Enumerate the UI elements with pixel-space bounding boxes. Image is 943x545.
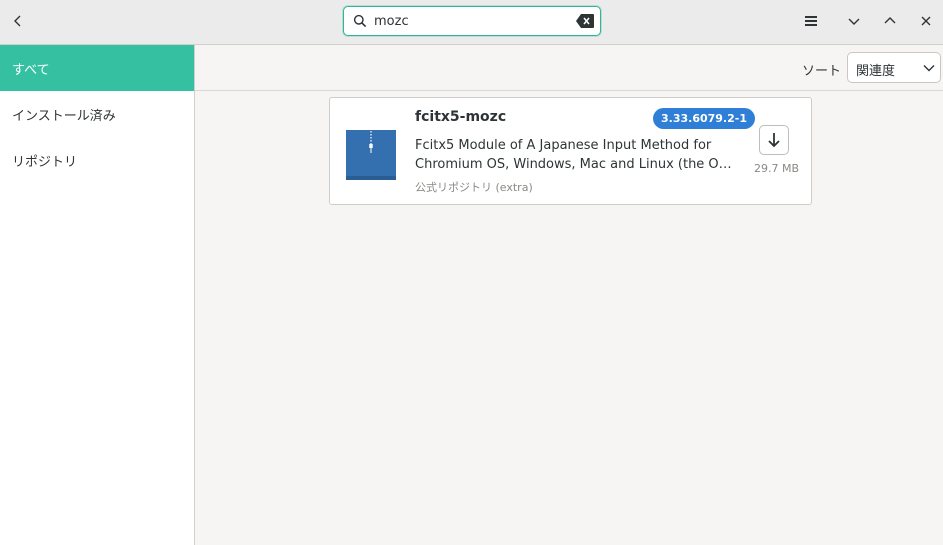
package-size: 29.7 MB [754, 162, 800, 175]
sidebar-item-label: インストール済み [12, 108, 116, 124]
sidebar-item-repositories[interactable]: リポジトリ [0, 137, 194, 183]
chevron-down-icon [923, 65, 935, 72]
search-input[interactable] [374, 10, 570, 32]
package-name: fcitx5-mozc [415, 109, 507, 125]
description-line: Fcitx5 Module of A Japanese Input Method… [415, 138, 712, 153]
sidebar-item-label: すべて [12, 62, 50, 78]
download-icon [768, 133, 780, 148]
minimize-button[interactable] [839, 7, 869, 35]
search-icon [353, 14, 367, 28]
search-box[interactable] [343, 6, 601, 36]
sidebar-item-all[interactable]: すべて [0, 45, 194, 91]
clear-icon[interactable] [576, 14, 594, 28]
package-description: Fcitx5 Module of A Japanese Input Method… [415, 136, 737, 174]
chevron-up-icon [884, 17, 896, 24]
package-repository: 公式リポジトリ (extra) [415, 181, 533, 194]
menu-button[interactable] [796, 7, 826, 35]
menu-icon [805, 16, 817, 26]
close-button[interactable] [911, 7, 941, 35]
sort-label: ソート [802, 64, 842, 79]
version-badge: 3.33.6079.2-1 [653, 108, 755, 129]
back-button[interactable] [3, 7, 33, 35]
close-icon [921, 16, 931, 26]
sidebar-item-label: リポジトリ [12, 154, 78, 170]
sort-toolbar: ソート 関連度 [195, 45, 943, 91]
install-button[interactable] [759, 125, 789, 155]
sidebar: すべて インストール済み リポジトリ [0, 45, 195, 545]
description-line: Chromium OS, Windows, Mac and Linux (the… [415, 157, 737, 172]
package-card[interactable]: fcitx5-mozc 3.33.6079.2-1 Fcitx5 Module … [329, 97, 812, 205]
sort-value: 関連度 [856, 64, 896, 79]
maximize-button[interactable] [875, 7, 905, 35]
sort-dropdown[interactable]: 関連度 [847, 52, 941, 83]
back-icon [14, 15, 21, 27]
chevron-down-icon [848, 18, 860, 25]
sidebar-item-installed[interactable]: インストール済み [0, 91, 194, 137]
header-bar [0, 0, 943, 45]
archive-icon [346, 130, 396, 180]
